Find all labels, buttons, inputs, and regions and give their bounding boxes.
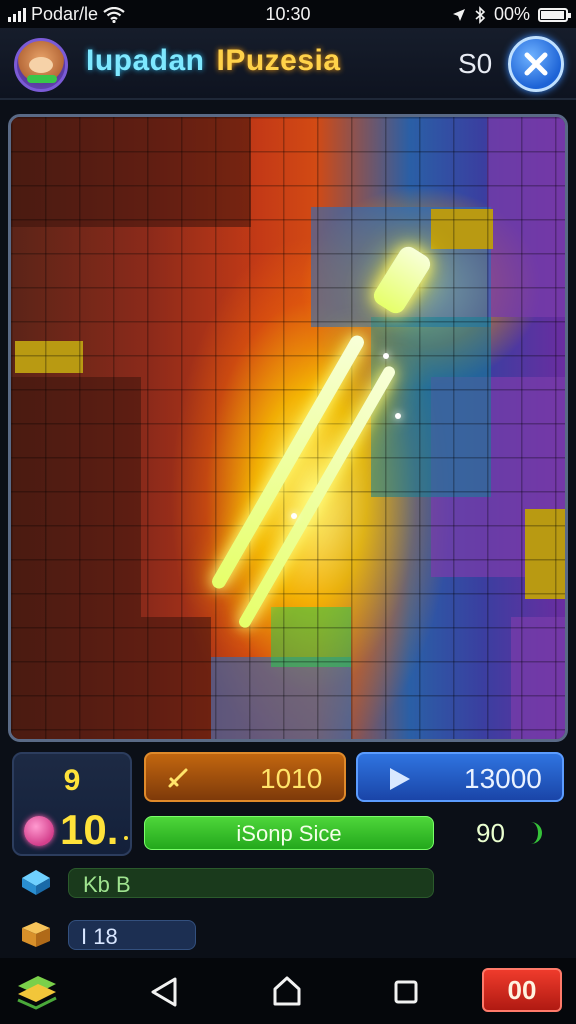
- page-title: Iupadan IPuzesia: [86, 44, 341, 78]
- ring-icon: [526, 822, 542, 844]
- game-header: Iupadan IPuzesia S0: [0, 28, 576, 100]
- hammer-button[interactable]: 1010: [144, 752, 346, 802]
- green-value: 90: [476, 818, 505, 848]
- gem-count: 10.: [60, 806, 119, 853]
- battery-icon: [538, 7, 571, 22]
- level-number: 9: [63, 764, 81, 797]
- recent-apps-icon: [394, 980, 418, 1004]
- navigation-bar: 00: [0, 958, 576, 1024]
- status-bar: Podar/le 10:30 00%: [0, 0, 576, 28]
- home-button[interactable]: [268, 972, 306, 1010]
- progress-bar-green[interactable]: iSonp Sice: [144, 816, 434, 850]
- resource-bar-green: Kb B: [68, 868, 434, 898]
- avatar[interactable]: [14, 38, 68, 92]
- close-icon: [524, 52, 548, 76]
- title-part-1: Iupadan: [86, 44, 205, 77]
- crate-icon: [22, 922, 50, 947]
- play-button[interactable]: 13000: [356, 752, 564, 802]
- back-icon: [151, 977, 177, 1007]
- level-box: 9 10.: [12, 752, 132, 856]
- play-icon: [390, 768, 410, 790]
- title-part-2: IPuzesia: [216, 44, 341, 77]
- gem-icon: [24, 816, 54, 846]
- score-label: S0: [458, 48, 493, 79]
- cube-icon: [22, 870, 50, 895]
- stats-panel: 9 10. 1010 13000 iSonp Sice 90 Kb B I 18: [0, 744, 576, 958]
- close-button[interactable]: [508, 36, 564, 92]
- green-bar-label: iSonp Sice: [236, 821, 342, 846]
- blue-button-label: 13000: [464, 763, 542, 794]
- puzzle-board[interactable]: [8, 114, 568, 742]
- dark-green-bar-label: Kb B: [83, 872, 131, 897]
- back-button[interactable]: [146, 974, 182, 1010]
- location-icon: [452, 8, 465, 21]
- orange-button-label: 1010: [260, 763, 323, 794]
- app-shortcut[interactable]: [16, 972, 58, 1010]
- app-icon: [17, 976, 57, 1010]
- bluetooth-icon: [475, 5, 486, 24]
- sword-icon: [168, 768, 188, 788]
- resource-bar-navy: I 18: [68, 920, 196, 950]
- navy-bar-label: I 18: [81, 924, 118, 949]
- red-button-label: 00: [507, 974, 537, 1005]
- home-icon: [273, 976, 301, 1006]
- battery-percent: 00%: [493, 4, 530, 24]
- recent-apps-button[interactable]: [390, 976, 422, 1008]
- red-action-button[interactable]: 00: [482, 968, 562, 1012]
